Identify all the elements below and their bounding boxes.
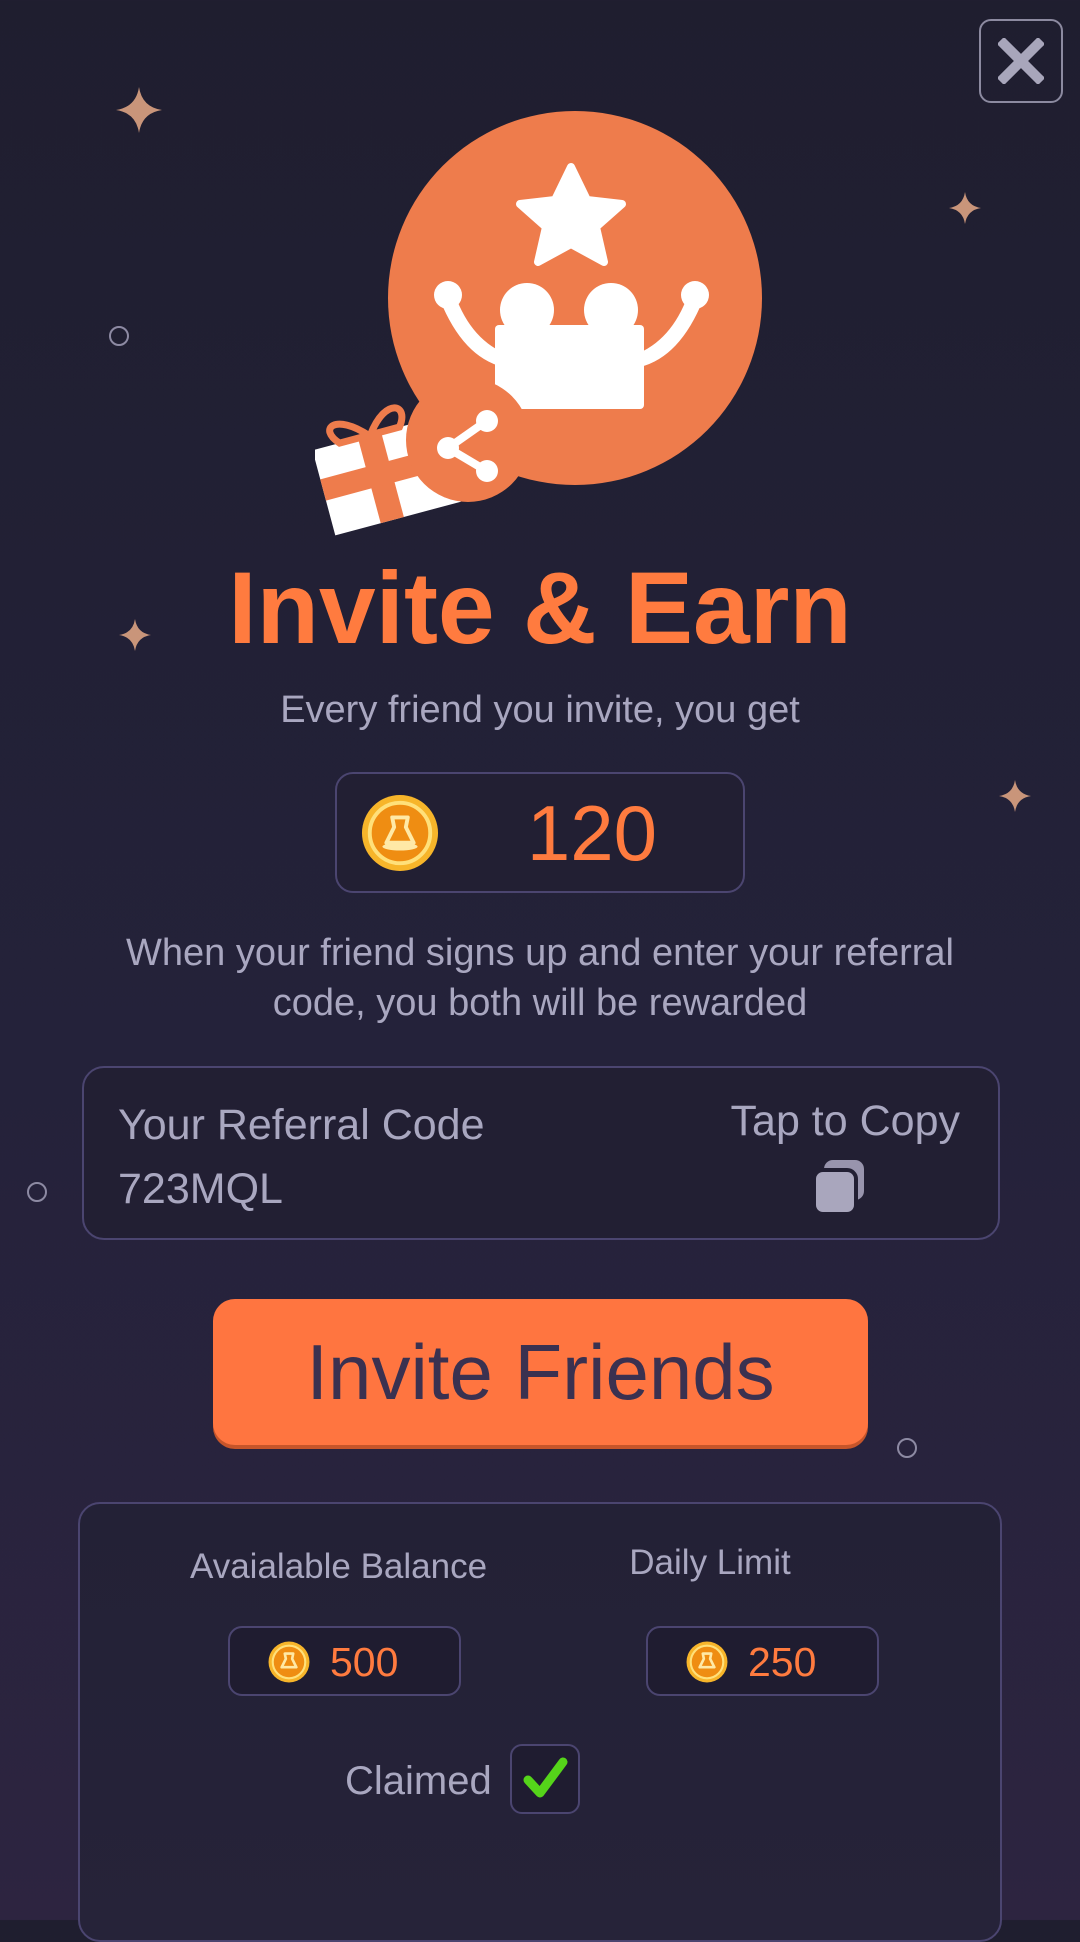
sparkle-icon (116, 87, 162, 133)
reward-amount: 120 (526, 789, 658, 877)
reward-amount-box: 120 (335, 772, 745, 893)
page-title: Invite & Earn (228, 551, 852, 665)
close-button[interactable] (979, 19, 1063, 103)
referral-code: 723MQL (118, 1165, 283, 1213)
coin-icon (686, 1641, 728, 1683)
page-subtitle: Every friend you invite, you get (280, 689, 800, 731)
invite-illustration (315, 105, 775, 545)
close-icon (998, 38, 1044, 84)
daily-limit-value: 250 (748, 1639, 817, 1685)
sparkle-icon (999, 780, 1031, 812)
stats-panel: Avaialable Balance Daily Limit 500 250 (78, 1502, 1002, 1942)
referral-code-label: Your Referral Code (118, 1101, 485, 1149)
available-balance-label: Avaialable Balance (190, 1547, 488, 1586)
available-balance-pill: 500 (228, 1626, 461, 1696)
decor-dot (897, 1438, 917, 1458)
daily-limit-pill: 250 (646, 1626, 879, 1696)
claimed-checkbox[interactable] (510, 1744, 580, 1814)
daily-limit-label: Daily Limit (629, 1543, 791, 1582)
available-balance-value: 500 (330, 1639, 399, 1685)
invite-friends-button[interactable]: Invite Friends (213, 1299, 868, 1445)
sparkle-icon (949, 192, 981, 224)
copy-icon[interactable] (808, 1156, 870, 1218)
decor-dot (109, 326, 129, 346)
decor-dot (27, 1182, 47, 1202)
tap-to-copy-label[interactable]: Tap to Copy (731, 1096, 960, 1146)
coin-icon (361, 794, 439, 872)
checkmark-icon (523, 1757, 568, 1798)
claimed-label: Claimed (345, 1759, 492, 1803)
coin-icon (268, 1641, 310, 1683)
reward-description: When your friend signs up and enter your… (126, 932, 954, 1024)
referral-code-box[interactable]: Your Referral Code 723MQL Tap to Copy (82, 1066, 1000, 1240)
